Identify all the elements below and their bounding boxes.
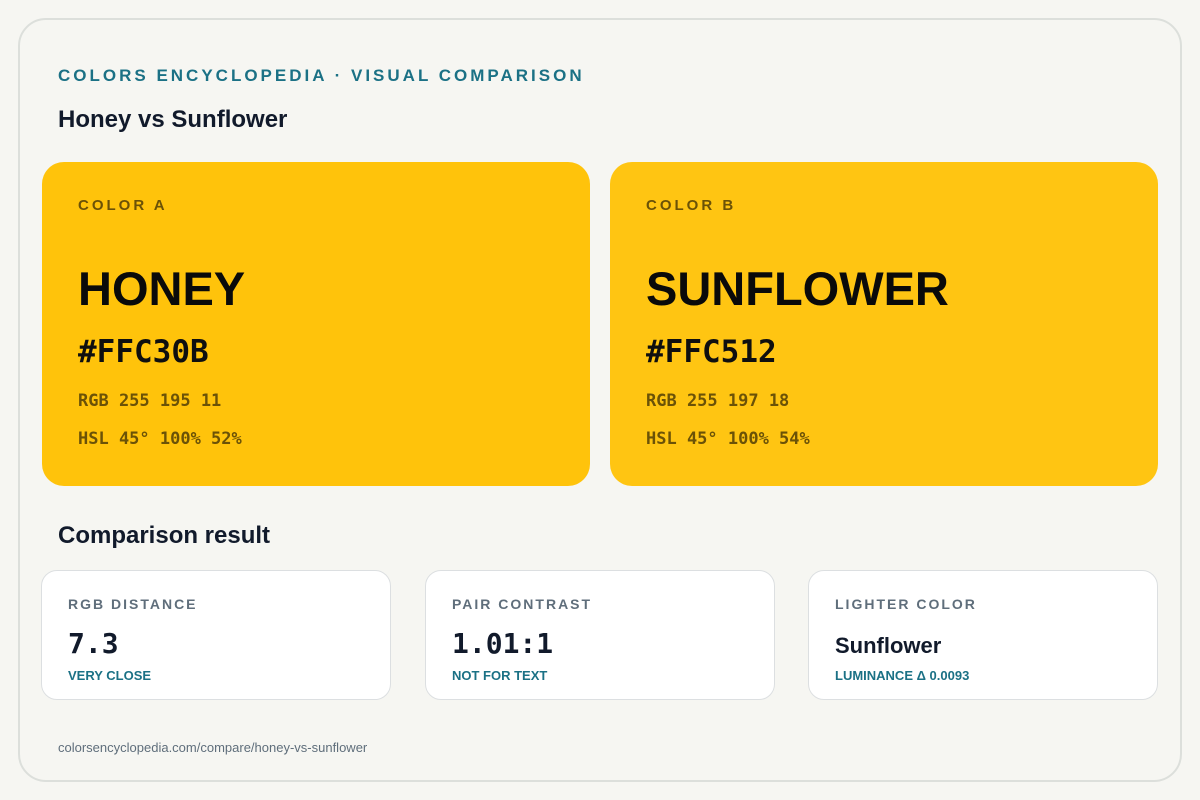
color-b-tag: COLOR B [646,197,737,214]
color-b-hex: #FFC512 [646,334,777,370]
color-b-name: SUNFLOWER [646,262,949,315]
card-value: 1.01:1 [452,627,554,660]
color-a-tag: COLOR A [78,197,168,214]
source-url-link[interactable]: colorsencyclopedia.com/compare/honey-vs-… [58,740,367,755]
card-note: VERY CLOSE [68,668,152,683]
card-label: RGB DISTANCE [68,596,198,612]
pair-contrast-card: PAIR CONTRAST 1.01:1 NOT FOR TEXT [425,570,775,700]
color-a-hsl: HSL 45° 100% 52% [78,429,242,449]
color-a-hex: #FFC30B [78,334,209,370]
color-a-swatch: COLOR A HONEY #FFC30B RGB 255 195 11 HSL… [42,162,590,486]
card-note: NOT FOR TEXT [452,668,548,683]
page-title: Honey vs Sunflower [58,106,288,133]
rgb-distance-card: RGB DISTANCE 7.3 VERY CLOSE [41,570,391,700]
card-label: PAIR CONTRAST [452,596,593,612]
lighter-color-card: LIGHTER COLOR Sunflower LUMINANCE Δ 0.00… [808,570,1158,700]
card-note: LUMINANCE Δ 0.0093 [835,668,970,683]
site-eyebrow: COLORS ENCYCLOPEDIA · VISUAL COMPARISON [58,66,585,85]
card-value: 7.3 [68,627,119,660]
comparison-title: Comparison result [58,522,271,549]
color-b-hsl: HSL 45° 100% 54% [646,429,810,449]
color-b-rgb: RGB 255 197 18 [646,391,790,411]
card-value: Sunflower [835,633,942,658]
card-label: LIGHTER COLOR [835,596,977,612]
color-a-rgb: RGB 255 195 11 [78,391,222,411]
color-a-name: HONEY [78,262,246,315]
color-b-swatch: COLOR B SUNFLOWER #FFC512 RGB 255 197 18… [610,162,1158,486]
